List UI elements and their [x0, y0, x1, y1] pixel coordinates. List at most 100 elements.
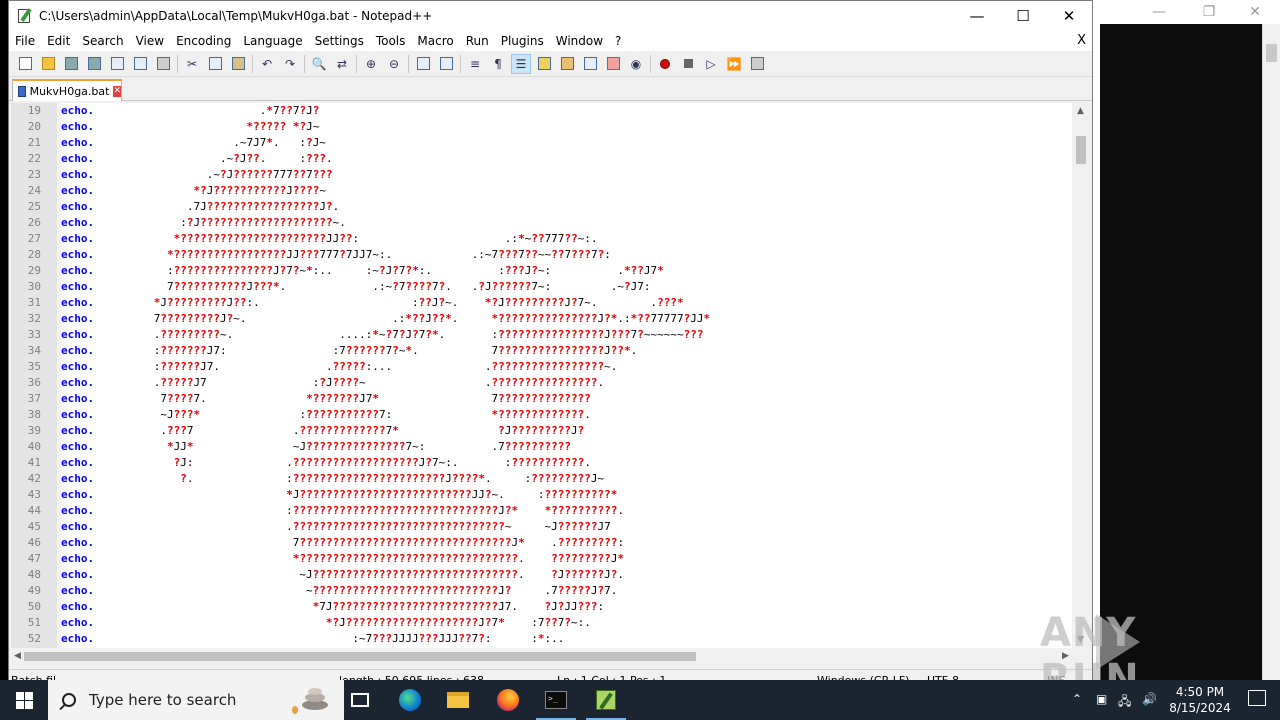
close-document-button[interactable]: X	[1077, 33, 1086, 48]
find-icon[interactable]: 🔍	[309, 54, 329, 74]
zoom-in-icon[interactable]: ⊕	[361, 54, 381, 74]
record-macro-icon[interactable]	[655, 54, 675, 74]
cut-icon[interactable]: ✂	[182, 54, 202, 74]
line-number: 29	[27, 264, 41, 277]
scroll-up-icon[interactable]: ▲	[1072, 103, 1089, 119]
bg-restore-button[interactable]: ❐	[1186, 2, 1232, 22]
save-icon[interactable]	[61, 54, 81, 74]
bg-close-button[interactable]: ✕	[1232, 2, 1278, 22]
tab-close-icon[interactable]: ✕	[113, 85, 121, 97]
play-macro-icon[interactable]: ▷	[701, 54, 721, 74]
menu-window[interactable]: Window	[550, 34, 609, 48]
close-all-icon[interactable]	[130, 54, 150, 74]
clock-date: 8/15/2024	[1169, 701, 1231, 715]
menu-view[interactable]: View	[130, 34, 170, 48]
menu-help[interactable]: ?	[609, 34, 627, 48]
indent-guide-icon[interactable]: ☰	[511, 53, 531, 74]
open-file-icon[interactable]	[38, 54, 58, 74]
notepadpp-taskbar-button[interactable]	[582, 680, 630, 720]
monitoring-icon[interactable]: ◉	[626, 54, 646, 74]
redo-icon[interactable]: ↷	[280, 54, 300, 74]
echo-keyword: echo.	[61, 264, 95, 277]
line-number: 21	[27, 136, 41, 149]
replace-icon[interactable]: ⇄	[332, 54, 352, 74]
close-button[interactable]: ✕	[1046, 1, 1092, 31]
vertical-scroll-thumb[interactable]	[1076, 136, 1086, 164]
volume-icon[interactable]: 🔊	[1142, 692, 1157, 706]
menu-encoding[interactable]: Encoding	[170, 34, 237, 48]
new-file-icon[interactable]	[15, 54, 35, 74]
code-line: 41 echo. ?J: .???????????????????J?7~:. :…	[11, 455, 1071, 471]
horizontal-scrollbar[interactable]: ◀ ▶	[11, 648, 1072, 665]
title-bar[interactable]: C:\Users\admin\AppData\Local\Temp\MukvH0…	[9, 1, 1092, 31]
stop-macro-icon[interactable]	[678, 54, 698, 74]
menu-macro[interactable]: Macro	[411, 34, 459, 48]
network-icon[interactable]: 🖧	[1118, 692, 1131, 713]
horizontal-scroll-thumb[interactable]	[24, 652, 696, 661]
menu-tools[interactable]: Tools	[370, 34, 412, 48]
word-wrap-icon[interactable]: ≡	[465, 54, 485, 74]
background-scrollbar[interactable]	[1262, 24, 1280, 688]
user-lang-icon[interactable]	[534, 54, 554, 74]
start-button[interactable]	[0, 680, 48, 720]
code-line: 40 echo. *JJ* ~J???????????????7~: .7????…	[11, 439, 1071, 455]
menu-bar: File Edit Search View Encoding Language …	[9, 31, 1092, 51]
clock[interactable]: 4:50 PM 8/15/2024	[1160, 684, 1240, 716]
minimize-button[interactable]: —	[954, 1, 1000, 31]
paste-icon[interactable]	[228, 54, 248, 74]
menu-plugins[interactable]: Plugins	[495, 34, 550, 48]
task-view-button[interactable]	[336, 680, 384, 720]
print-icon[interactable]	[153, 54, 173, 74]
code-line: 39 echo. .???7 .?????????????7* ?J???????…	[11, 423, 1071, 439]
tab-mukvh0ga-bat[interactable]: MukvH0ga.bat ✕	[12, 79, 122, 101]
run-macro-multiple-icon[interactable]: ⏩	[724, 54, 744, 74]
code-line: 31 echo. *J?????????J??:. :??J?~. *?J????…	[11, 295, 1071, 311]
cmd-button[interactable]: >_	[532, 680, 580, 720]
vertical-scrollbar[interactable]: ▲ ▼	[1072, 103, 1089, 648]
close-icon[interactable]	[107, 54, 127, 74]
function-list-icon[interactable]	[580, 54, 600, 74]
save-macro-icon[interactable]	[747, 54, 767, 74]
scroll-left-icon[interactable]: ◀	[11, 648, 24, 665]
edge-button[interactable]	[386, 680, 434, 720]
show-all-chars-icon[interactable]: ¶	[488, 54, 508, 74]
doc-map-icon[interactable]	[557, 54, 577, 74]
echo-argument: .~?J??. :???.	[94, 152, 333, 165]
taskbar-search-box[interactable]: Type here to search	[48, 680, 344, 720]
echo-keyword: echo.	[61, 600, 95, 613]
undo-icon[interactable]: ↶	[257, 54, 277, 74]
notification-center-icon[interactable]	[1248, 690, 1266, 706]
line-number: 36	[27, 376, 41, 389]
editor[interactable]: 19 echo. .*7??7?J? 20 echo. *????? *?J~ 21 ec…	[11, 103, 1088, 648]
file-explorer-button[interactable]	[434, 680, 482, 720]
save-all-icon[interactable]	[84, 54, 104, 74]
folder-workspace-icon[interactable]	[603, 54, 623, 74]
echo-keyword: echo.	[61, 424, 95, 437]
sync-horizontal-icon[interactable]	[436, 54, 456, 74]
menu-run[interactable]: Run	[460, 34, 495, 48]
zoom-out-icon[interactable]: ⊖	[384, 54, 404, 74]
bg-minimize-button[interactable]: —	[1136, 2, 1182, 22]
line-text: echo. *?????????????????JJ???777?7JJ7~:.…	[61, 247, 611, 263]
maximize-button[interactable]: ☐	[1000, 1, 1046, 31]
echo-keyword: echo.	[61, 392, 95, 405]
menu-settings[interactable]: Settings	[309, 34, 370, 48]
firefox-button[interactable]	[484, 680, 532, 720]
line-number: 50	[27, 600, 41, 613]
menu-edit[interactable]: Edit	[41, 34, 76, 48]
tray-device-icon[interactable]: ▣	[1096, 692, 1107, 706]
line-text: echo. *????? *?J~	[61, 119, 319, 135]
toolbar-separator	[304, 54, 305, 73]
copy-icon[interactable]	[205, 54, 225, 74]
tray-chevron-icon[interactable]: ⌃	[1072, 692, 1082, 706]
menu-language[interactable]: Language	[237, 34, 308, 48]
menu-file[interactable]: File	[9, 34, 41, 48]
menu-search[interactable]: Search	[76, 34, 129, 48]
toolbar: ✂ ↶ ↷ 🔍 ⇄ ⊕ ⊖ ≡ ¶ ☰ ◉ ▷ ⏩	[9, 51, 1092, 77]
echo-argument: *????? *?J~	[246, 120, 320, 133]
code-line: 36 echo. .?????J7 :?J????~ .?????????????…	[11, 375, 1071, 391]
sync-vertical-icon[interactable]	[413, 54, 433, 74]
code-line: 50 echo. *7J?????????????????????????J7. …	[11, 599, 1071, 615]
desktop-strip	[0, 0, 8, 688]
line-text: echo. *??????????????????????JJ??: .:*~?…	[61, 231, 598, 247]
